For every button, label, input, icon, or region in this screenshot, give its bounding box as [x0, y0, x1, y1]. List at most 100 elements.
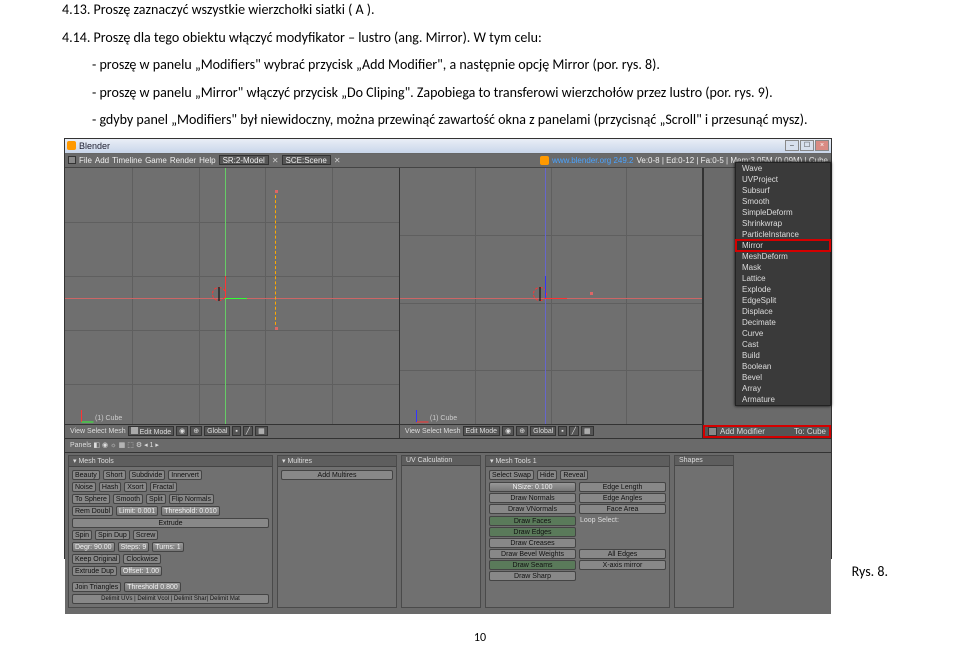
window-type-icon[interactable]	[68, 156, 76, 164]
vp-menu-select[interactable]: Select	[87, 428, 106, 435]
scene-selector[interactable]: SCE:Scene	[282, 155, 331, 165]
mod-bevel[interactable]: Bevel	[736, 372, 830, 383]
mod-mirror[interactable]: Mirror	[736, 240, 830, 251]
subdivide-button[interactable]: Subdivide	[129, 470, 166, 480]
select-vertex-icon[interactable]: ▪	[558, 426, 566, 436]
menu-add[interactable]: Add	[95, 156, 109, 165]
menu-game[interactable]: Game	[145, 156, 167, 165]
vp-menu-mesh[interactable]: Mesh	[443, 428, 460, 435]
frame-number[interactable]: ◂ 1 ▸	[144, 441, 159, 449]
vp-menu-select[interactable]: Select	[422, 428, 441, 435]
mod-cast[interactable]: Cast	[736, 339, 830, 350]
smooth-button[interactable]: Smooth	[113, 494, 143, 504]
context-icon[interactable]: ⬚	[127, 441, 134, 449]
minimize-button[interactable]: –	[785, 140, 799, 151]
threshold2-field[interactable]: Threshold 0.800	[124, 582, 181, 592]
fractal-button[interactable]: Fractal	[150, 482, 177, 492]
clockwise-button[interactable]: Clockwise	[123, 554, 161, 564]
menu-timeline[interactable]: Timeline	[112, 156, 142, 165]
drawbevel-button[interactable]: Draw Bevel Weights	[489, 549, 576, 559]
mod-uvproject[interactable]: UVProject	[736, 174, 830, 185]
screen-layout[interactable]: SR:2-Model	[219, 155, 269, 165]
drawedges-button[interactable]: Draw Edges	[489, 527, 576, 537]
flipnormals-button[interactable]: Flip Normals	[169, 494, 214, 504]
mode-selector[interactable]: Edit Mode	[128, 426, 175, 436]
noise-button[interactable]: Noise	[72, 482, 96, 492]
menu-file[interactable]: File	[79, 156, 92, 165]
limit-field[interactable]: Limit: 0.001	[116, 506, 158, 516]
add-modifier-button[interactable]: Add Modifier To: Cube	[703, 425, 831, 438]
mod-wave[interactable]: Wave	[736, 163, 830, 174]
split-button[interactable]: Split	[146, 494, 166, 504]
addmultires-button[interactable]: Add Multires	[281, 470, 393, 480]
hash-button[interactable]: Hash	[99, 482, 121, 492]
mod-armature[interactable]: Armature	[736, 394, 830, 405]
xaxismirror-button[interactable]: X-axis mirror	[579, 560, 666, 570]
threshold-field[interactable]: Threshold: 0.010	[161, 506, 220, 516]
alledges-button[interactable]: All Edges	[579, 549, 666, 559]
selectswap-button[interactable]: Select Swap	[489, 470, 534, 480]
turns-field[interactable]: Turns: 1	[152, 542, 183, 552]
context-icon[interactable]: ☼	[110, 442, 116, 449]
delimit-row[interactable]: Delimit UVs | Delimit Vcol | Delimit Sha…	[72, 594, 269, 604]
mod-subsurf[interactable]: Subsurf	[736, 185, 830, 196]
steps-field[interactable]: Steps: 9	[118, 542, 150, 552]
mod-simpledeform[interactable]: SimpleDeform	[736, 207, 830, 218]
jointriangles-button[interactable]: Join Triangles	[72, 582, 121, 592]
drawseams-button[interactable]: Draw Seams	[489, 560, 576, 570]
mod-smooth[interactable]: Smooth	[736, 196, 830, 207]
select-face-icon[interactable]: ▦	[581, 426, 594, 436]
mod-shrinkwrap[interactable]: Shrinkwrap	[736, 218, 830, 229]
context-icon[interactable]: ⚙	[136, 441, 142, 449]
mod-boolean[interactable]: Boolean	[736, 361, 830, 372]
context-icon[interactable]: ◧	[93, 441, 100, 449]
nsize-field[interactable]: NSize: 0.100	[489, 482, 576, 492]
shade-icon[interactable]: ◉	[502, 426, 514, 436]
drawcreases-button[interactable]: Draw Creases	[489, 538, 576, 548]
close-button[interactable]: ×	[815, 140, 829, 151]
mod-mask[interactable]: Mask	[736, 262, 830, 273]
menu-render[interactable]: Render	[170, 156, 196, 165]
select-edge-icon[interactable]: ╱	[243, 426, 253, 436]
context-icon[interactable]: ▦	[119, 441, 126, 449]
vp-menu-mesh[interactable]: Mesh	[109, 428, 126, 435]
screw-button[interactable]: Screw	[133, 530, 158, 540]
mod-explode[interactable]: Explode	[736, 284, 830, 295]
edgeangles-button[interactable]: Edge Angles	[579, 493, 666, 503]
drawnormals-button[interactable]: Draw Normals	[489, 493, 576, 503]
shade-icon[interactable]: ◉	[176, 426, 188, 436]
spin-button[interactable]: Spin	[72, 530, 92, 540]
innervert-button[interactable]: Innervert	[168, 470, 202, 480]
menu-help[interactable]: Help	[199, 156, 215, 165]
offset-field[interactable]: Offset: 1.00	[120, 566, 162, 576]
pivot-icon[interactable]: ⊕	[516, 426, 528, 436]
remdoubl-button[interactable]: Rem Doubl	[72, 506, 113, 516]
hide-button[interactable]: Hide	[537, 470, 557, 480]
mod-meshdeform[interactable]: MeshDeform	[736, 251, 830, 262]
drawsharp-button[interactable]: Draw Sharp	[489, 571, 576, 581]
tosphere-button[interactable]: To Sphere	[72, 494, 110, 504]
mod-displace[interactable]: Displace	[736, 306, 830, 317]
blender-site-link[interactable]: www.blender.org 249.2	[552, 156, 633, 165]
degr-field[interactable]: Degr: 90.00	[72, 542, 115, 552]
mod-lattice[interactable]: Lattice	[736, 273, 830, 284]
vp-menu-view[interactable]: View	[70, 428, 85, 435]
select-face-icon[interactable]: ▦	[255, 426, 268, 436]
extrude-button[interactable]: Extrude	[72, 518, 269, 528]
short-button[interactable]: Short	[103, 470, 126, 480]
maximize-button[interactable]: ☐	[800, 140, 814, 151]
select-edge-icon[interactable]: ╱	[569, 426, 579, 436]
keeporiginal-button[interactable]: Keep Original	[72, 554, 120, 564]
mode-selector[interactable]: Edit Mode	[463, 426, 501, 436]
mod-edgesplit[interactable]: EdgeSplit	[736, 295, 830, 306]
mod-build[interactable]: Build	[736, 350, 830, 361]
mod-decimate[interactable]: Decimate	[736, 317, 830, 328]
vp-menu-view[interactable]: View	[405, 428, 420, 435]
mod-particleinstance[interactable]: ParticleInstance	[736, 229, 830, 240]
viewport-left[interactable]: (1) Cube View Select Mesh Edit Mode ◉ ⊕ …	[65, 168, 400, 438]
viewport-right[interactable]: (1) Cube View Select Mesh Edit Mode ◉ ⊕ …	[400, 168, 703, 438]
facearea-button[interactable]: Face Area	[579, 504, 666, 514]
mod-curve[interactable]: Curve	[736, 328, 830, 339]
select-vertex-icon[interactable]: ▪	[232, 426, 240, 436]
orientation[interactable]: Global	[530, 426, 556, 436]
